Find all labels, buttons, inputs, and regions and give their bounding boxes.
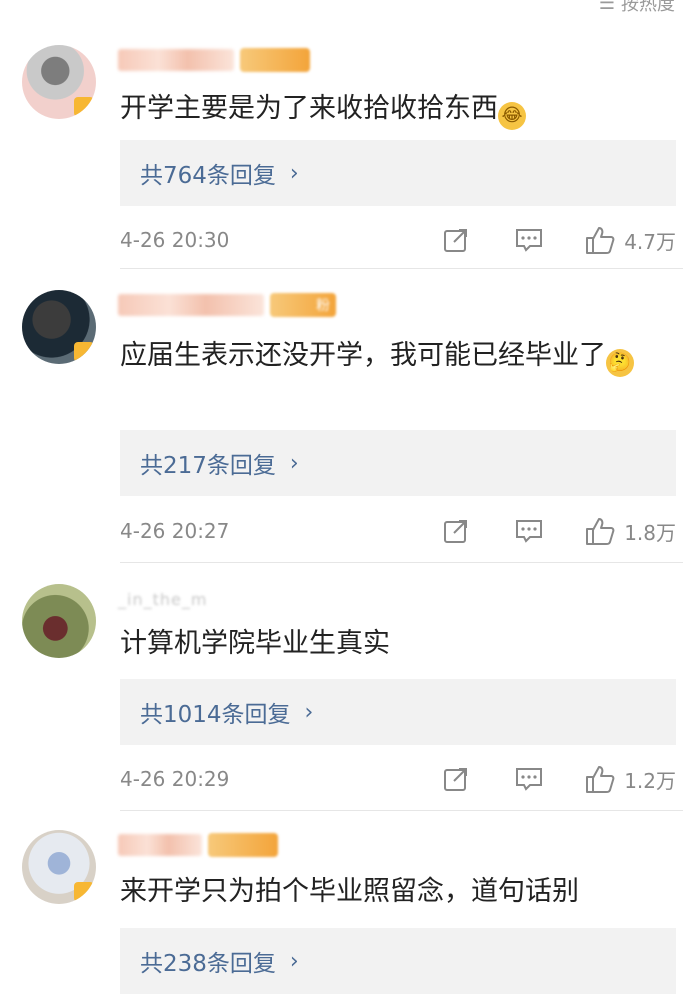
replies-label: 共1014条回复 [140,702,291,728]
comment-meta: 4-26 20:30 4.7万 [120,225,676,255]
divider [120,268,683,269]
share-icon[interactable] [442,765,470,793]
avatar[interactable] [22,584,96,658]
username-row[interactable]: 粉 [118,292,336,318]
avatar[interactable] [22,290,96,364]
timestamp: 4-26 20:30 [120,228,230,252]
replies-button[interactable]: 共238条回复 › [120,928,676,994]
username-row[interactable] [118,47,310,73]
like-button[interactable]: 1.2万 [584,764,676,794]
username-blurred: _in_the_m [118,589,208,609]
share-icon[interactable] [442,517,470,545]
chevron-right-icon: › [304,699,314,725]
fan-badge [240,48,310,72]
comment-icon[interactable] [514,226,544,254]
replies-label: 共238条回复 [140,951,276,977]
comment-text: 应届生表示还没开学，我可能已经毕业了 🤔 [120,330,660,382]
comment-icon[interactable] [514,517,544,545]
username-blurred [118,834,202,856]
fan-badge: 粉 [270,293,336,317]
verified-badge [74,342,94,362]
like-count: 1.2万 [624,768,676,793]
like-button[interactable]: 4.7万 [584,225,676,255]
divider [120,562,683,563]
chevron-right-icon: › [289,948,299,974]
share-icon[interactable] [442,226,470,254]
replies-button[interactable]: 共1014条回复 › [120,679,676,745]
replies-label: 共217条回复 [140,453,276,479]
chevron-right-icon: › [289,450,299,476]
fan-badge [208,833,278,857]
thumbs-up-icon [586,227,615,254]
comment-meta: 4-26 20:27 1.8万 [120,516,676,546]
thinking-emoji: 🤔 [606,349,634,377]
replies-button[interactable]: 共217条回复 › [120,430,676,496]
username-row[interactable] [118,832,278,858]
username-blurred [118,294,264,316]
avatar[interactable] [22,830,96,904]
comment-actions: 1.8万 [442,516,676,546]
fan-badge-label: 粉 [316,298,330,314]
like-count: 1.8万 [624,520,676,545]
comment-actions: 1.2万 [442,764,676,794]
avatar[interactable] [22,45,96,119]
sort-label: 按热度 [621,0,675,15]
sort-icon: ☰ [598,0,615,14]
thumbs-up-icon [586,766,615,793]
thumbs-up-icon [586,518,615,545]
comment-text: 计算机学院毕业生真实 [120,628,390,659]
timestamp: 4-26 20:29 [120,767,230,791]
timestamp: 4-26 20:27 [120,519,230,543]
verified-badge [74,97,94,117]
username-blurred [118,49,234,71]
comment-actions: 4.7万 [442,225,676,255]
comment-text: 来开学只为拍个毕业照留念，道句话别 [120,876,579,907]
replies-label: 共764条回复 [140,163,276,189]
username-row[interactable]: _in_the_m [118,586,207,612]
sort-control[interactable]: ☰ 按热度 [599,0,675,16]
divider [120,810,683,811]
comment-meta: 4-26 20:29 1.2万 [120,764,676,794]
replies-button[interactable]: 共764条回复 › [120,140,676,206]
like-button[interactable]: 1.8万 [584,516,676,546]
verified-badge [74,882,94,902]
comment-text: 开学主要是为了来收拾收拾东西 😂 [120,87,660,131]
laugh-cry-emoji: 😂 [498,102,526,130]
comment-icon[interactable] [514,765,544,793]
chevron-right-icon: › [289,160,299,186]
like-count: 4.7万 [624,229,676,254]
